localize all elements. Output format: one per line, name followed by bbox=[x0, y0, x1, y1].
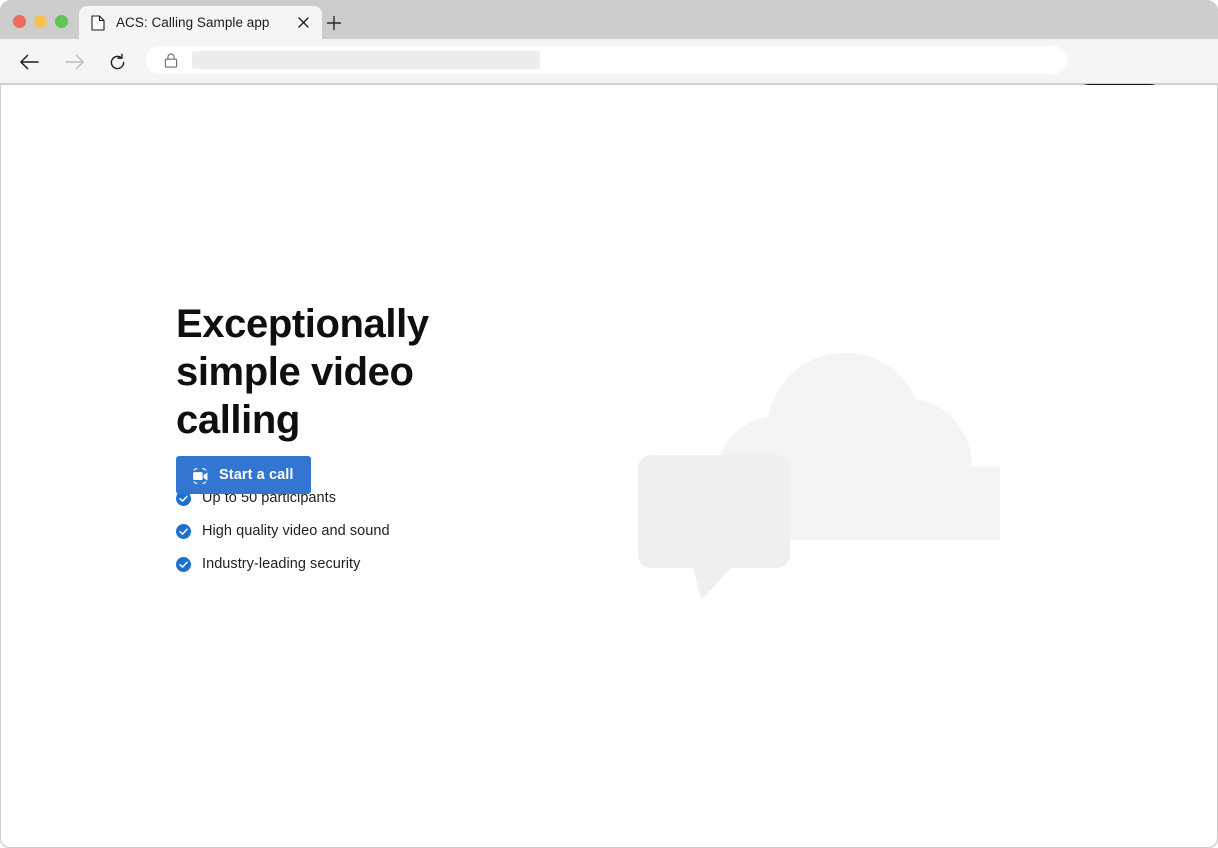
list-item: Industry-leading security bbox=[176, 555, 596, 573]
tab-title: ACS: Calling Sample app bbox=[116, 15, 270, 30]
page-viewport: Exceptionally simple video calling Up to… bbox=[1, 85, 1217, 847]
start-a-call-label: Start a call bbox=[219, 467, 294, 483]
chat-bubble-shape bbox=[638, 455, 790, 600]
check-circle-icon bbox=[176, 556, 191, 572]
close-window-button[interactable] bbox=[13, 15, 26, 28]
arrow-right-icon bbox=[64, 54, 84, 70]
list-item: High quality video and sound bbox=[176, 522, 596, 540]
plus-icon bbox=[326, 15, 342, 31]
reload-button[interactable] bbox=[104, 49, 130, 75]
start-a-call-button[interactable]: Start a call bbox=[176, 456, 311, 494]
video-camera-icon bbox=[193, 467, 208, 484]
hero-section: Exceptionally simple video calling Up to… bbox=[1, 85, 1217, 847]
maximize-window-button[interactable] bbox=[55, 15, 68, 28]
address-bar-input[interactable] bbox=[192, 51, 540, 69]
lock-icon bbox=[164, 53, 178, 68]
address-bar[interactable] bbox=[146, 46, 1067, 74]
close-icon bbox=[297, 17, 309, 28]
close-tab-button[interactable] bbox=[294, 14, 312, 32]
forward-button[interactable] bbox=[61, 49, 87, 75]
list-item-label: Industry-leading security bbox=[202, 556, 361, 572]
browser-toolbar: Guest bbox=[0, 39, 1218, 114]
arrow-left-icon bbox=[19, 54, 39, 70]
page-title: Exceptionally simple video calling bbox=[176, 302, 429, 442]
reload-icon bbox=[110, 53, 124, 69]
page-icon bbox=[91, 14, 105, 31]
window-controls bbox=[13, 15, 68, 28]
tab-strip: ACS: Calling Sample app bbox=[0, 0, 1218, 39]
list-item-label: High quality video and sound bbox=[202, 523, 390, 539]
check-circle-icon bbox=[176, 523, 191, 539]
back-button[interactable] bbox=[16, 49, 42, 75]
feature-list: Up to 50 participants High quality video… bbox=[176, 489, 596, 573]
minimize-window-button[interactable] bbox=[34, 15, 47, 28]
browser-window: ACS: Calling Sample app Exceptionally si… bbox=[0, 0, 1218, 848]
new-tab-button[interactable] bbox=[324, 13, 344, 33]
browser-tab[interactable]: ACS: Calling Sample app bbox=[79, 6, 322, 39]
hero-text-column: Exceptionally simple video calling Up to… bbox=[176, 300, 596, 588]
cloud-chat-phone-illustration bbox=[638, 352, 1000, 600]
